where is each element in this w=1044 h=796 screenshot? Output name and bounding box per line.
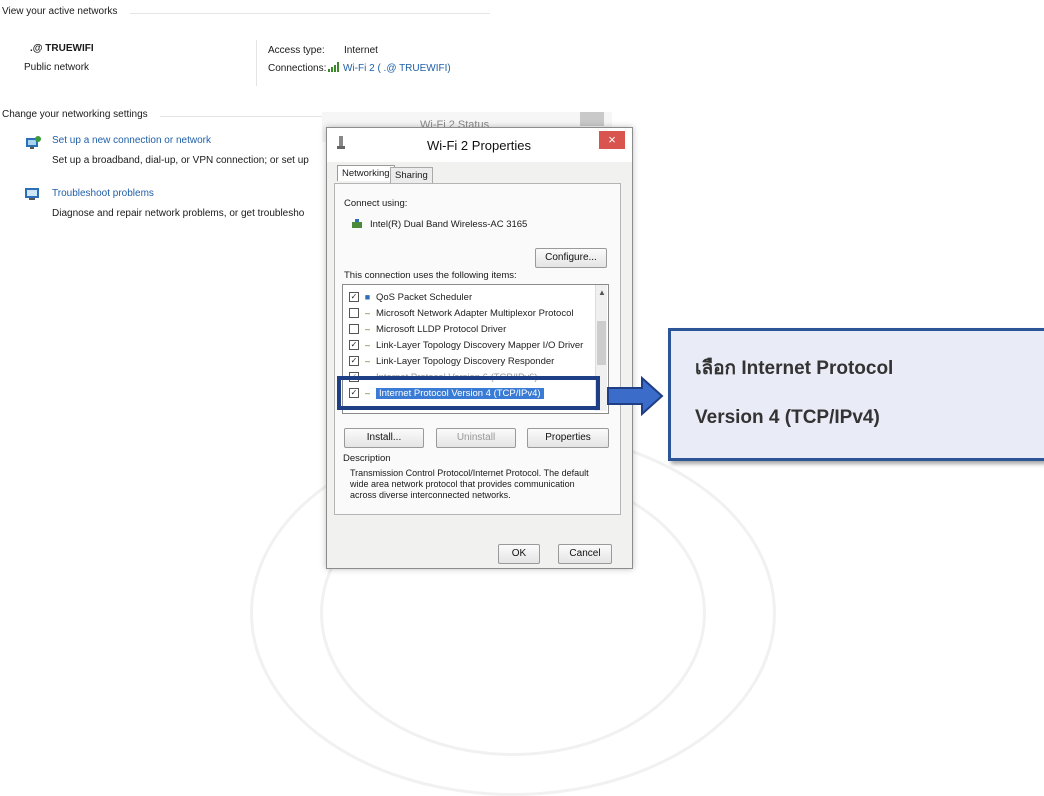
access-type-value: Internet — [344, 45, 378, 56]
troubleshoot-link[interactable]: Troubleshoot problems — [52, 188, 154, 199]
description-text: Transmission Control Protocol/Internet P… — [350, 468, 589, 500]
properties-button[interactable]: Properties — [527, 428, 609, 448]
adapter-icon — [351, 218, 363, 230]
setup-connection-desc: Set up a broadband, dial-up, or VPN conn… — [52, 155, 309, 166]
checkbox[interactable]: ✓ — [349, 340, 359, 351]
callout-line-2: Version 4 (TCP/IPv4) — [695, 407, 880, 428]
protocol-icon: – — [364, 323, 370, 334]
dialog-close-button[interactable]: × — [599, 131, 625, 149]
tab-networking[interactable]: Networking — [337, 165, 395, 181]
dialog-title: Wi-Fi 2 Properties — [427, 138, 532, 153]
dialog-titlebar: Wi-Fi 2 Properties × — [327, 128, 632, 162]
uninstall-button[interactable]: Uninstall — [436, 428, 516, 448]
network-name: .@ TRUEWIFI — [30, 43, 94, 54]
network-setup-icon — [24, 135, 42, 151]
network-type: Public network — [24, 62, 90, 73]
list-item[interactable]: – Microsoft Network Adapter Multiplexor P… — [349, 307, 573, 321]
callout-line-1: เลือก Internet Protocol — [695, 358, 894, 379]
list-item[interactable]: ✓ ■ QoS Packet Scheduler — [349, 291, 472, 305]
settings-divider — [160, 116, 330, 117]
active-networks-heading: View your active networks — [2, 6, 118, 17]
troubleshoot-icon — [24, 186, 42, 202]
install-button[interactable]: Install... — [344, 428, 424, 448]
scheduler-icon: ■ — [364, 291, 371, 302]
list-item[interactable]: – Microsoft LLDP Protocol Driver — [349, 323, 506, 337]
protocol-icon: – — [364, 307, 370, 318]
status-window-close — [580, 112, 604, 126]
protocol-icon: – — [364, 339, 370, 350]
checkbox[interactable]: ✓ — [349, 356, 359, 367]
callout-arrow-icon — [606, 375, 666, 417]
checkbox[interactable] — [349, 308, 359, 319]
section-divider — [256, 40, 257, 86]
ipv4-highlight-box — [337, 376, 600, 410]
tab-sharing[interactable]: Sharing — [390, 167, 433, 183]
adapter-name: Intel(R) Dual Band Wireless-AC 3165 — [370, 219, 528, 230]
list-item[interactable]: ✓ – Link-Layer Topology Discovery Mapper I… — [349, 339, 583, 353]
connect-using-label: Connect using: — [344, 198, 408, 209]
access-type-label: Access type: — [268, 45, 325, 56]
connections-label: Connections: — [268, 63, 327, 74]
scroll-up-arrow-icon[interactable]: ▲ — [598, 288, 606, 297]
dialog-app-icon — [337, 136, 345, 150]
instruction-callout: เลือก Internet Protocol Version 4 (TCP/I… — [668, 328, 1044, 461]
checkbox[interactable] — [349, 324, 359, 335]
cancel-button[interactable]: Cancel — [558, 544, 612, 564]
checkbox[interactable]: ✓ — [349, 292, 359, 303]
scroll-thumb[interactable] — [597, 321, 606, 365]
setup-connection-link[interactable]: Set up a new connection or network — [52, 135, 211, 146]
configure-button[interactable]: Configure... — [535, 248, 607, 268]
protocol-icon: – — [364, 355, 370, 366]
troubleshoot-desc: Diagnose and repair network problems, or… — [52, 208, 305, 219]
heading-divider — [130, 13, 490, 14]
settings-heading: Change your networking settings — [2, 109, 148, 120]
description-label: Description — [343, 453, 391, 464]
ok-button[interactable]: OK — [498, 544, 540, 564]
wifi-signal-icon — [328, 62, 340, 72]
connections-link[interactable]: Wi-Fi 2 ( .@ TRUEWIFI) — [343, 63, 451, 74]
items-label: This connection uses the following items… — [344, 270, 517, 281]
list-item[interactable]: ✓ – Link-Layer Topology Discovery Responde… — [349, 355, 554, 369]
